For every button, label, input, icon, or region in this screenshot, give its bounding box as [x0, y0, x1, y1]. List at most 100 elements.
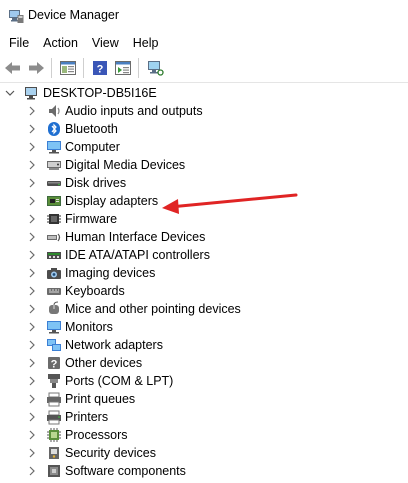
menu-view[interactable]: View [85, 33, 126, 53]
chevron-right-icon[interactable] [26, 267, 38, 279]
tree-item[interactable]: Monitors [26, 318, 113, 336]
menu-bar: File Action View Help [0, 32, 408, 54]
menu-action[interactable]: Action [36, 33, 85, 53]
monitor-icon [46, 319, 62, 335]
tree-item[interactable]: Display adapters [26, 192, 158, 210]
tree-item[interactable]: Audio inputs and outputs [26, 102, 203, 120]
security-device-icon [46, 445, 62, 461]
tree-item-label: Digital Media Devices [65, 158, 186, 172]
tree-item[interactable]: Bluetooth [26, 120, 118, 138]
chevron-right-icon[interactable] [26, 447, 38, 459]
svg-text:?: ? [97, 64, 104, 76]
tree-item[interactable]: Firmware [26, 210, 117, 228]
processor-icon [46, 427, 62, 443]
tree-item-label: Firmware [65, 212, 118, 226]
menu-file[interactable]: File [2, 33, 36, 53]
chevron-right-icon[interactable] [26, 159, 38, 171]
tree-item[interactable]: Disk drives [26, 174, 126, 192]
chevron-right-icon[interactable] [26, 429, 38, 441]
tree-item[interactable]: Keyboards [26, 282, 125, 300]
tree-item-label: Display adapters [65, 194, 159, 208]
tree-item[interactable]: Human Interface Devices [26, 228, 205, 246]
console-tree-icon [60, 61, 76, 75]
menu-help[interactable]: Help [126, 33, 166, 53]
chevron-right-icon[interactable] [26, 303, 38, 315]
chevron-right-icon[interactable] [26, 231, 38, 243]
chevron-right-icon[interactable] [26, 285, 38, 297]
scan-hardware-button[interactable] [144, 57, 166, 79]
ide-controller-icon [46, 247, 62, 263]
chevron-right-icon[interactable] [26, 321, 38, 333]
media-device-icon [46, 157, 62, 173]
display-adapter-icon [46, 193, 62, 209]
tree-item[interactable]: Computer [26, 138, 120, 156]
network-adapter-icon [46, 337, 62, 353]
tree-root[interactable]: DESKTOP-DB5I16E [4, 84, 157, 102]
chevron-right-icon[interactable] [26, 123, 38, 135]
toolbar-separator [51, 58, 52, 78]
tree-item-label: Print queues [65, 392, 136, 406]
tree-item[interactable]: Software components [26, 462, 186, 480]
chevron-right-icon[interactable] [26, 141, 38, 153]
chevron-right-icon[interactable] [26, 393, 38, 405]
tree-item[interactable]: Printers [26, 408, 108, 426]
toolbar-separator [138, 58, 139, 78]
back-button[interactable] [2, 57, 24, 79]
firmware-icon [46, 211, 62, 227]
help-icon: ? [93, 61, 107, 76]
tree-item[interactable]: Processors [26, 426, 128, 444]
printer-icon [46, 409, 62, 425]
chevron-down-icon[interactable] [4, 87, 16, 99]
tree-item[interactable]: Network adapters [26, 336, 163, 354]
chevron-right-icon[interactable] [26, 213, 38, 225]
tree-item[interactable]: Imaging devices [26, 264, 155, 282]
chevron-right-icon[interactable] [26, 195, 38, 207]
properties-icon [115, 61, 131, 75]
chevron-right-icon[interactable] [26, 465, 38, 477]
tree-item[interactable]: Security devices [26, 444, 156, 462]
toolbar: ? [0, 54, 408, 83]
chevron-right-icon[interactable] [26, 105, 38, 117]
tree-item-label: Monitors [65, 320, 113, 334]
keyboard-icon [46, 283, 62, 299]
computer-icon [46, 139, 62, 155]
tree-item[interactable]: Mice and other pointing devices [26, 300, 241, 318]
tree-item-label: Other devices [65, 356, 143, 370]
camera-icon [46, 265, 62, 281]
mouse-icon [46, 301, 62, 317]
tree-item-label: Human Interface Devices [65, 230, 206, 244]
forward-arrow-icon [29, 62, 44, 74]
properties-button[interactable] [112, 57, 134, 79]
help-button[interactable]: ? [89, 57, 111, 79]
chevron-right-icon[interactable] [26, 411, 38, 423]
tree-item-label: Network adapters [65, 338, 163, 352]
forward-button[interactable] [25, 57, 47, 79]
tree-item-label: Ports (COM & LPT) [65, 374, 174, 388]
chevron-right-icon[interactable] [26, 375, 38, 387]
tree-item-label: Security devices [65, 446, 157, 460]
tree-item[interactable]: Ports (COM & LPT) [26, 372, 173, 390]
toolbar-separator [83, 58, 84, 78]
chevron-right-icon[interactable] [26, 249, 38, 261]
chevron-right-icon[interactable] [26, 357, 38, 369]
hid-icon [46, 229, 62, 245]
print-queue-icon [46, 391, 62, 407]
software-component-icon [46, 463, 62, 479]
disk-drive-icon [46, 175, 62, 191]
chevron-right-icon[interactable] [26, 177, 38, 189]
tree-item-label: Computer [65, 140, 120, 154]
device-manager-icon [9, 10, 24, 23]
tree-item[interactable]: IDE ATA/ATAPI controllers [26, 246, 210, 264]
tree-item-label: Mice and other pointing devices [65, 302, 241, 316]
tree-item[interactable]: Digital Media Devices [26, 156, 185, 174]
window-title: Device Manager [28, 8, 120, 22]
tree-root-label: DESKTOP-DB5I16E [43, 86, 157, 100]
tree-item[interactable]: Print queues [26, 390, 135, 408]
back-arrow-icon [5, 62, 20, 74]
show-hide-console-tree-button[interactable] [57, 57, 79, 79]
other-devices-icon: ? [46, 355, 62, 371]
tree-item-label: Audio inputs and outputs [65, 104, 203, 118]
tree-item[interactable]: ? Other devices [26, 354, 142, 372]
chevron-right-icon[interactable] [26, 339, 38, 351]
annotation-arrow [162, 193, 298, 214]
